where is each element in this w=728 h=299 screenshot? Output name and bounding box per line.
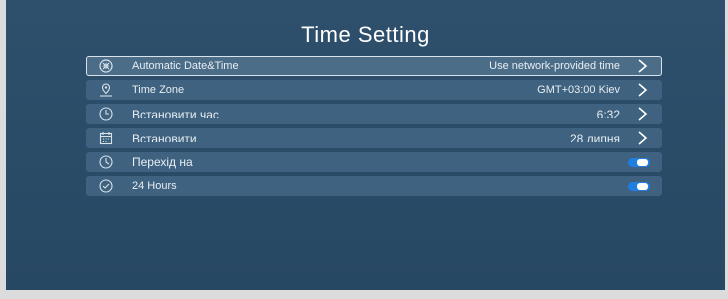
setting-value: GMT+03:00 Kiev xyxy=(537,84,620,96)
24h-clock-icon xyxy=(99,179,113,193)
toggle-knob xyxy=(637,159,648,166)
setting-24-hours[interactable]: 24 Hours xyxy=(86,176,662,196)
location-icon xyxy=(100,83,112,97)
setting-label: Automatic Date&Time xyxy=(132,60,239,72)
setting-label: Встановити час xyxy=(132,108,219,118)
auto-clock-icon xyxy=(99,59,113,73)
setting-label: Перехід на xyxy=(132,155,193,169)
chevron-right-icon xyxy=(638,131,648,145)
setting-value: 28 липня xyxy=(569,132,620,142)
setting-label: Time Zone xyxy=(132,84,185,96)
setting-value: Use network-provided time xyxy=(489,60,620,72)
chevron-right-icon xyxy=(638,83,648,97)
setting-automatic-date-time[interactable]: Automatic Date&Time Use network-provided… xyxy=(86,56,662,76)
chevron-right-icon xyxy=(638,107,648,121)
page-title: Time Setting xyxy=(301,22,430,47)
toggle-knob xyxy=(637,183,648,190)
setting-set-time[interactable]: Встановити час 6:32 xyxy=(86,104,662,124)
setting-daylight-saving[interactable]: Перехід на xyxy=(86,152,662,172)
clock-icon xyxy=(99,107,113,121)
setting-time-zone[interactable]: Time Zone GMT+03:00 Kiev xyxy=(86,80,662,100)
24-hours-toggle[interactable] xyxy=(628,182,650,191)
setting-value: 6:32 xyxy=(596,108,620,118)
chevron-right-icon xyxy=(638,59,648,73)
setting-label: 24 Hours xyxy=(132,180,177,192)
calendar-icon xyxy=(99,132,113,145)
settings-list: Automatic Date&Time Use network-provided… xyxy=(86,56,662,200)
setting-label: Встановити xyxy=(132,132,197,142)
daylight-clock-icon xyxy=(99,155,113,169)
tv-screen: Time Setting Automatic Date&Time Use net… xyxy=(6,0,725,290)
setting-set-date[interactable]: Встановити 28 липня xyxy=(86,128,662,148)
daylight-saving-toggle[interactable] xyxy=(628,158,650,167)
